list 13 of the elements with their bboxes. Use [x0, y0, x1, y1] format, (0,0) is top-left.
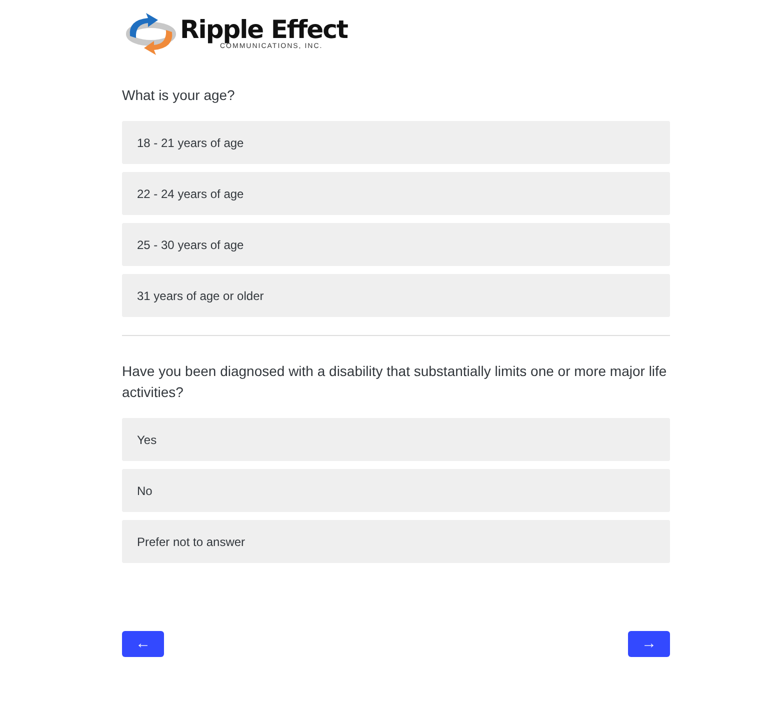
answer-option[interactable]: 25 - 30 years of age: [122, 223, 670, 266]
answer-option[interactable]: 22 - 24 years of age: [122, 172, 670, 215]
answer-option[interactable]: 18 - 21 years of age: [122, 121, 670, 164]
next-button[interactable]: →: [628, 631, 670, 657]
logo-name: Ripple Effect: [180, 17, 348, 43]
answer-option[interactable]: No: [122, 469, 670, 512]
answer-option[interactable]: Yes: [122, 418, 670, 461]
back-button[interactable]: ←: [122, 631, 164, 657]
logo-icon: [126, 12, 176, 56]
answer-option[interactable]: 31 years of age or older: [122, 274, 670, 317]
question-text: Have you been diagnosed with a disability that substantially limits one or more major life activities?: [122, 362, 668, 402]
answer-option[interactable]: Prefer not to answer: [122, 520, 670, 563]
question-text: What is your age?: [122, 86, 236, 105]
